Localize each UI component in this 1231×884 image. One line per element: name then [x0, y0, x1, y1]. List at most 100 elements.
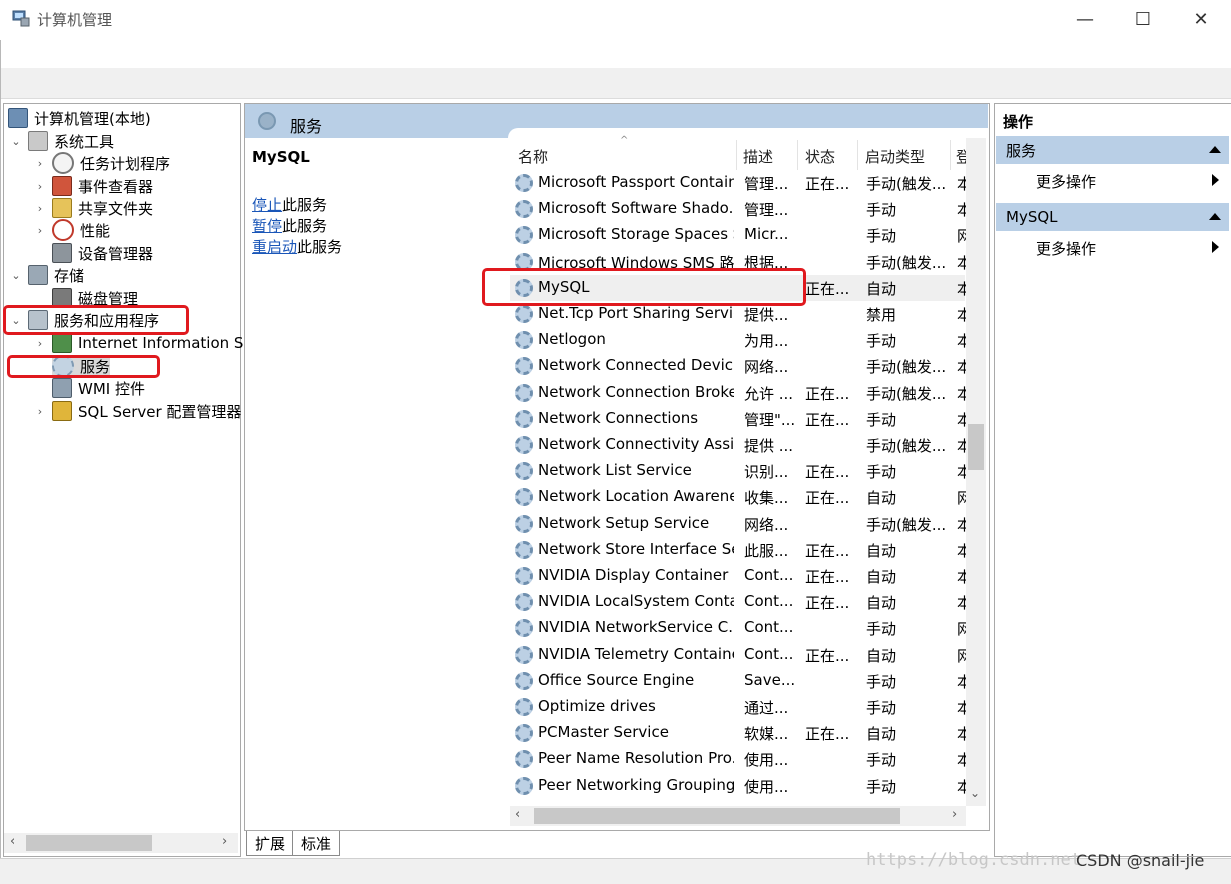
- horizontal-scroll-thumb[interactable]: [534, 808, 900, 824]
- service-row[interactable]: NVIDIA LocalSystem Conta... Cont... 正在... 自…: [510, 589, 969, 615]
- service-row[interactable]: Network Connected Devic... 网络... 手动(触发... 本: [510, 353, 969, 379]
- tab-standard[interactable]: 标准: [292, 831, 341, 856]
- stop-service-link[interactable]: 停止此服务: [252, 194, 327, 215]
- gear-icon: [515, 436, 533, 454]
- service-row[interactable]: Network Location Awarene... 收集... 正在... 自动网: [510, 484, 969, 510]
- tree-item-storage[interactable]: ⌄ 存储: [10, 264, 84, 286]
- tree-item-shared-folders[interactable]: › 共享文件夹: [34, 197, 153, 219]
- service-row[interactable]: Peer Name Resolution Pro... 使用... 手动本: [510, 746, 969, 772]
- chevron-right-icon[interactable]: ›: [34, 405, 46, 418]
- tree-item-computer-management[interactable]: 计算机管理(本地): [8, 107, 151, 129]
- tree-scroll-thumb[interactable]: [26, 835, 152, 851]
- service-row[interactable]: Network Setup Service 网络... 手动(触发... 本: [510, 511, 969, 537]
- gear-icon: [515, 777, 533, 795]
- scroll-left-icon[interactable]: ‹: [515, 807, 520, 822]
- chevron-right-icon[interactable]: ›: [34, 337, 46, 350]
- service-row[interactable]: Peer Networking Grouping 使用... 手动本: [510, 773, 969, 799]
- tree-item-wmi[interactable]: WMI 控件: [52, 377, 145, 399]
- gear-icon: [515, 515, 533, 533]
- watermark-credit: CSDN @snail-jie: [1076, 851, 1205, 870]
- gear-icon: [515, 174, 533, 192]
- gear-icon: [515, 226, 533, 244]
- actions-section-mysql[interactable]: MySQL: [996, 203, 1229, 231]
- close-button[interactable]: ✕: [1178, 4, 1224, 34]
- service-startup-type: 手动: [866, 411, 897, 429]
- tree-item-event-viewer[interactable]: › 事件查看器: [34, 175, 153, 197]
- gear-icon: [515, 750, 533, 768]
- service-row[interactable]: Network Connection Broker 允许 ... 正在... 手动(触…: [510, 380, 969, 406]
- restart-link-text[interactable]: 重启动: [252, 238, 297, 256]
- submenu-arrow-icon[interactable]: [1212, 174, 1219, 186]
- scroll-left-icon[interactable]: ‹: [10, 834, 15, 849]
- tab-extended[interactable]: 扩展: [246, 831, 295, 856]
- gear-icon: [258, 112, 276, 130]
- service-row[interactable]: Office Source Engine Save... 手动本: [510, 668, 969, 694]
- chevron-right-icon[interactable]: ›: [34, 224, 46, 237]
- column-header-startup-type[interactable]: 启动类型: [865, 146, 925, 167]
- services-vertical-scrollbar[interactable]: [966, 138, 986, 806]
- more-actions-mysql[interactable]: 更多操作: [1036, 238, 1096, 259]
- collapse-icon[interactable]: [1209, 213, 1221, 220]
- service-row[interactable]: NVIDIA Display Container LS Cont... 正在... 自…: [510, 563, 969, 589]
- chevron-right-icon[interactable]: ›: [34, 202, 46, 215]
- service-startup-type: 自动: [866, 594, 897, 612]
- service-description: 使用...: [744, 751, 789, 769]
- service-row[interactable]: Netlogon 为用... 手动本: [510, 327, 969, 353]
- scroll-down-icon[interactable]: ⌄: [970, 786, 980, 800]
- service-row[interactable]: Microsoft Storage Spaces S...Micr...手动网: [510, 222, 969, 248]
- service-description: 允许 ...: [744, 385, 794, 403]
- service-status: 正在...: [805, 489, 850, 507]
- column-separator[interactable]: [950, 140, 951, 170]
- column-separator[interactable]: [797, 140, 798, 170]
- service-name: Netlogon: [538, 330, 606, 348]
- tree-item-iis[interactable]: › Internet Information Se: [34, 332, 253, 354]
- service-status: 正在...: [805, 647, 850, 665]
- service-row[interactable]: Network Store Interface Se... 此服... 正在... 自…: [510, 537, 969, 563]
- collapse-icon[interactable]: [1209, 146, 1221, 153]
- chevron-down-icon[interactable]: ⌄: [10, 269, 22, 282]
- column-header-status[interactable]: 状态: [805, 146, 835, 167]
- chevron-right-icon[interactable]: ›: [34, 180, 46, 193]
- pause-service-link[interactable]: 暂停此服务: [252, 215, 327, 236]
- column-header-description[interactable]: 描述: [743, 146, 773, 167]
- stop-link-text[interactable]: 停止: [252, 196, 282, 214]
- service-row[interactable]: Network Connectivity Assis... 提供 ... 手动(触发…: [510, 432, 969, 458]
- service-row[interactable]: Network Connections 管理"... 正在... 手动本: [510, 406, 969, 432]
- restart-service-link[interactable]: 重启动此服务: [252, 236, 342, 257]
- tree-item-device-manager[interactable]: 设备管理器: [52, 242, 153, 264]
- service-name: NVIDIA Display Container LS: [538, 566, 734, 584]
- vertical-scroll-thumb[interactable]: [968, 424, 984, 470]
- chevron-right-icon[interactable]: ›: [34, 157, 46, 170]
- service-startup-type: 手动: [866, 201, 897, 219]
- tree-item-sql-server[interactable]: › SQL Server 配置管理器: [34, 400, 241, 422]
- scroll-right-icon[interactable]: ›: [952, 807, 957, 822]
- service-status: 正在...: [805, 463, 850, 481]
- gear-icon: [515, 462, 533, 480]
- service-row[interactable]: NVIDIA NetworkService C... Cont... 手动网: [510, 615, 969, 641]
- title-bar: [0, 0, 1231, 40]
- actions-section-services[interactable]: 服务: [996, 136, 1229, 164]
- tree-item-task-scheduler[interactable]: › 任务计划程序: [34, 152, 170, 174]
- column-header-name[interactable]: 名称: [518, 146, 548, 167]
- service-row[interactable]: Optimize drives 通过... 手动本: [510, 694, 969, 720]
- tree-item-system-tools[interactable]: ⌄ 系统工具: [10, 130, 114, 152]
- pause-link-text[interactable]: 暂停: [252, 217, 282, 235]
- tree-item-performance[interactable]: › 性能: [34, 219, 110, 241]
- service-description: 网络...: [744, 516, 789, 534]
- service-row[interactable]: NVIDIA Telemetry Container Cont... 正在... 自动…: [510, 642, 969, 668]
- maximize-button[interactable]: ☐: [1120, 4, 1166, 34]
- minimize-button[interactable]: —: [1062, 4, 1108, 34]
- scroll-right-icon[interactable]: ›: [222, 834, 227, 849]
- column-separator[interactable]: [857, 140, 858, 170]
- gear-icon: [515, 410, 533, 428]
- service-row[interactable]: Microsoft Passport Container 管理... 正在... 手动…: [510, 170, 969, 196]
- service-row[interactable]: Network List Service 识别... 正在... 手动本: [510, 458, 969, 484]
- chevron-down-icon[interactable]: ⌄: [10, 135, 22, 148]
- tree-item-label: 共享文件夹: [78, 199, 154, 218]
- more-actions-services[interactable]: 更多操作: [1036, 171, 1096, 192]
- submenu-arrow-icon[interactable]: [1212, 241, 1219, 253]
- column-separator[interactable]: [736, 140, 737, 170]
- service-description: 管理"...: [744, 411, 794, 429]
- service-row[interactable]: Microsoft Software Shado... 管理... 手动本: [510, 196, 969, 222]
- service-row[interactable]: PCMaster Service 软媒... 正在... 自动本: [510, 720, 969, 746]
